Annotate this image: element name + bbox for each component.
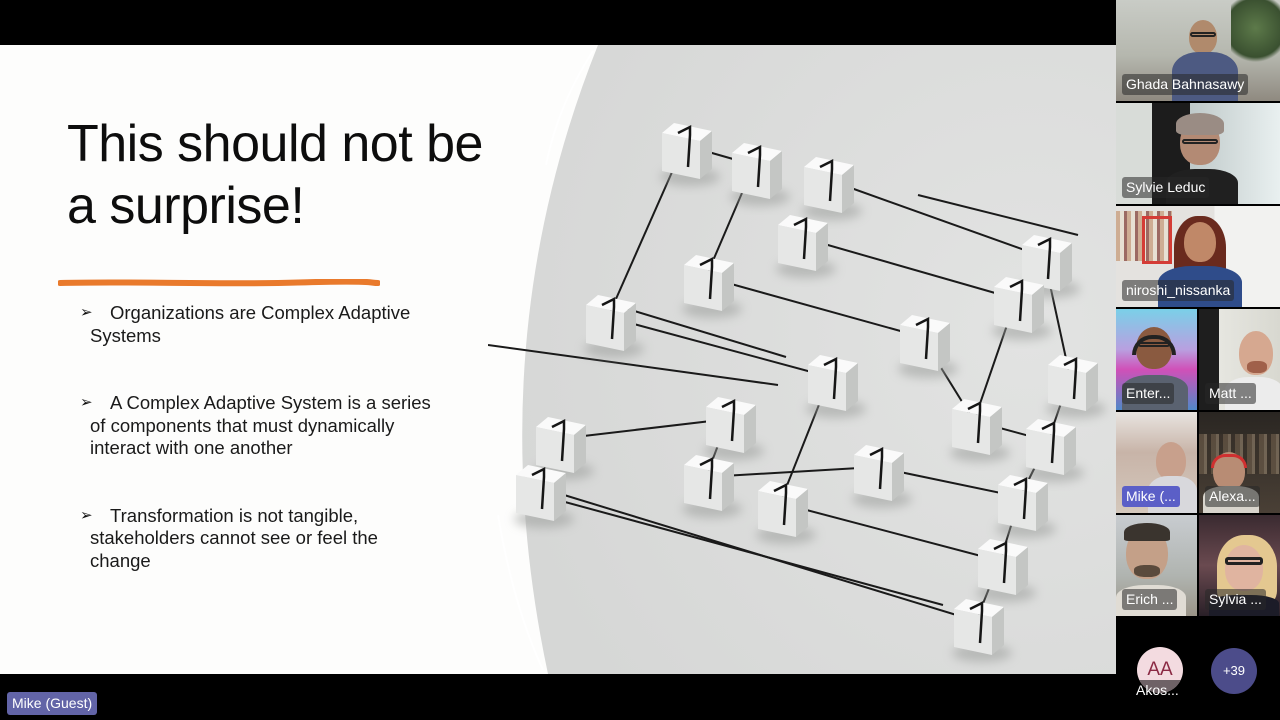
- participant-name: Alexa...: [1205, 486, 1260, 507]
- participant-tile[interactable]: Mike (...: [1116, 412, 1197, 513]
- cube-node: [950, 399, 1010, 462]
- cube-node: [704, 397, 764, 460]
- cube-node: [756, 481, 816, 544]
- participant-name: Matt ...: [1205, 383, 1256, 404]
- title-underline: [58, 279, 380, 287]
- arrowhead-bullet-icon: ➢: [80, 506, 93, 524]
- participant-tile[interactable]: Sylvie Leduc: [1116, 103, 1280, 204]
- cube-node: [730, 143, 790, 206]
- shared-screen: This should not be a surprise! ➢ Organiz…: [0, 0, 1116, 720]
- presentation-slide: This should not be a surprise! ➢ Organiz…: [0, 45, 1116, 674]
- cube-node: [1046, 355, 1106, 418]
- cube-node: [852, 445, 912, 508]
- bullet-list: ➢ Organizations are Complex Adaptive Sys…: [80, 302, 440, 617]
- participant-tile[interactable]: Ghada Bahnasawy: [1116, 0, 1280, 101]
- cube-node: [682, 455, 742, 518]
- cube-node: [514, 465, 574, 528]
- participant-tile[interactable]: Enter...: [1116, 309, 1197, 410]
- participant-name: Sylvie Leduc: [1122, 177, 1210, 198]
- cube-node: [1024, 419, 1084, 482]
- cube-node: [996, 475, 1056, 538]
- cube-node: [802, 157, 862, 220]
- cube-node: [806, 355, 866, 418]
- more-participants-button[interactable]: +39: [1211, 648, 1257, 694]
- arrowhead-bullet-icon: ➢: [80, 304, 93, 321]
- cube-node: [776, 215, 836, 278]
- bullet-item: ➢ A Complex Adaptive System is a series …: [80, 392, 431, 458]
- active-speaker-label: Mike (Guest): [7, 692, 98, 715]
- participant-tile[interactable]: Alexa...: [1199, 412, 1280, 513]
- connected-cubes-illustration: [488, 45, 1116, 674]
- participant-tile[interactable]: niroshi_nissanka: [1116, 206, 1280, 307]
- cube-node: [992, 277, 1052, 340]
- cube-node: [952, 599, 1012, 662]
- participant-name: Erich ...: [1122, 589, 1178, 610]
- bullet-item: ➢ Transformation is not tangible, stakeh…: [80, 504, 378, 571]
- participant-name: Enter...: [1122, 383, 1175, 404]
- participants-panel: Ghada Bahnasawy Sylvie Leduc niroshi_nis…: [1116, 0, 1280, 720]
- participant-name: Ghada Bahnasawy: [1122, 74, 1249, 95]
- cube-node: [898, 315, 958, 378]
- participant-tile[interactable]: Matt ...: [1199, 309, 1280, 410]
- participant-name: niroshi_nissanka: [1122, 280, 1235, 301]
- cube-node: [660, 123, 720, 186]
- slide-title: This should not be a surprise!: [67, 115, 483, 235]
- bullet-item: ➢ Organizations are Complex Adaptive Sys…: [80, 302, 411, 346]
- participant-tile[interactable]: Erich ...: [1116, 515, 1197, 616]
- cube-node: [682, 255, 742, 318]
- participant-avatar-name: Akos...: [1136, 682, 1179, 698]
- participant-name: Mike (...: [1122, 486, 1180, 507]
- arrowhead-bullet-icon: ➢: [80, 394, 93, 411]
- cube-node: [976, 539, 1036, 602]
- cube-node: [584, 295, 644, 358]
- participant-name: Sylvia ...: [1205, 589, 1266, 610]
- participant-tile[interactable]: Sylvia ...: [1199, 515, 1280, 616]
